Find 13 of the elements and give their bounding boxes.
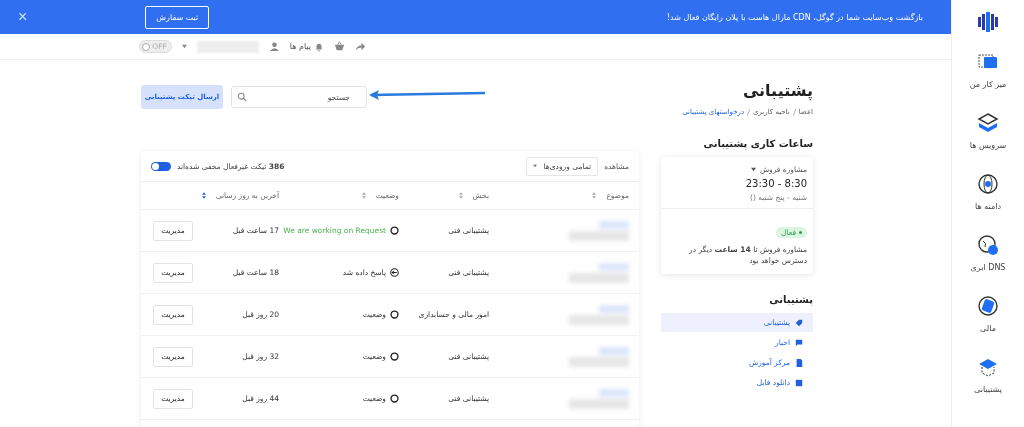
sidebar-item[interactable]: مالی [976, 294, 1000, 345]
section-title: پشتیبانی [768, 294, 813, 305]
sidebar-item[interactable]: میز کار من [969, 50, 1007, 101]
sidebar-item[interactable]: پشتیبانی [974, 355, 1002, 406]
sidebar-item[interactable]: دامنه ها [975, 172, 1001, 223]
working-hours: 23:30 - 8:30 [744, 178, 807, 189]
messages-button[interactable]: پیام ها [289, 41, 324, 52]
sidebar-item[interactable]: سرویس ها [969, 111, 1007, 162]
banner-message: بازگشت وب‌سایت شما در گوگل، CDN مارال هاست با پلان رایگان فعال شد! [665, 12, 923, 22]
section-title: ساعات کاری پشتیبانی [702, 138, 813, 149]
page-title: پشتیبانی [741, 80, 813, 102]
sidebar-item[interactable]: DNS ابری [970, 233, 1006, 284]
order-button[interactable]: ثبت سفارش [145, 5, 210, 29]
